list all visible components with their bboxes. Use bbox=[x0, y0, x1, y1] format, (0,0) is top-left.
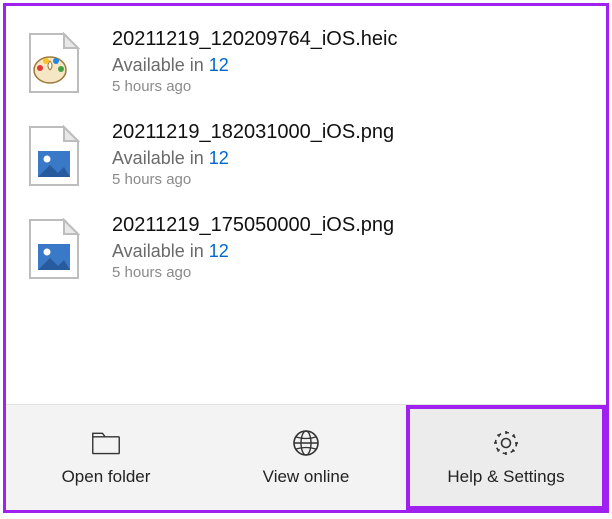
file-row[interactable]: 20211219_120209764_iOS.heic Available in… bbox=[6, 14, 606, 107]
file-meta: 20211219_175050000_iOS.png Available in … bbox=[112, 214, 588, 281]
file-name: 20211219_120209764_iOS.heic bbox=[112, 28, 588, 51]
available-line: Available in 12 bbox=[112, 148, 588, 169]
file-name: 20211219_175050000_iOS.png bbox=[112, 214, 588, 237]
file-time: 5 hours ago bbox=[112, 78, 588, 95]
help-settings-button[interactable]: Help & Settings bbox=[406, 405, 606, 510]
open-folder-label: Open folder bbox=[62, 467, 151, 487]
onedrive-flyout: 20211219_120209764_iOS.heic Available in… bbox=[3, 3, 609, 513]
available-count[interactable]: 12 bbox=[209, 55, 229, 75]
available-prefix: Available in bbox=[112, 241, 209, 261]
available-line: Available in 12 bbox=[112, 55, 588, 76]
file-meta: 20211219_120209764_iOS.heic Available in… bbox=[112, 28, 588, 95]
globe-icon bbox=[291, 429, 321, 457]
file-name: 20211219_182031000_iOS.png bbox=[112, 121, 588, 144]
available-prefix: Available in bbox=[112, 55, 209, 75]
bottom-bar: Open folder View online bbox=[6, 404, 606, 510]
image-file-icon bbox=[28, 125, 80, 187]
help-settings-label: Help & Settings bbox=[447, 467, 564, 487]
paint-file-icon bbox=[28, 32, 80, 94]
available-count[interactable]: 12 bbox=[209, 148, 229, 168]
file-row[interactable]: 20211219_175050000_iOS.png Available in … bbox=[6, 200, 606, 293]
file-time: 5 hours ago bbox=[112, 171, 588, 188]
image-file-icon bbox=[28, 218, 80, 280]
view-online-button[interactable]: View online bbox=[206, 405, 406, 510]
file-time: 5 hours ago bbox=[112, 264, 588, 281]
view-online-label: View online bbox=[263, 467, 350, 487]
available-count[interactable]: 12 bbox=[209, 241, 229, 261]
gear-icon bbox=[491, 429, 521, 457]
file-meta: 20211219_182031000_iOS.png Available in … bbox=[112, 121, 588, 188]
file-row[interactable]: 20211219_182031000_iOS.png Available in … bbox=[6, 107, 606, 200]
open-folder-button[interactable]: Open folder bbox=[6, 405, 206, 510]
file-list: 20211219_120209764_iOS.heic Available in… bbox=[6, 6, 606, 404]
available-prefix: Available in bbox=[112, 148, 209, 168]
folder-icon bbox=[91, 429, 121, 457]
available-line: Available in 12 bbox=[112, 241, 588, 262]
